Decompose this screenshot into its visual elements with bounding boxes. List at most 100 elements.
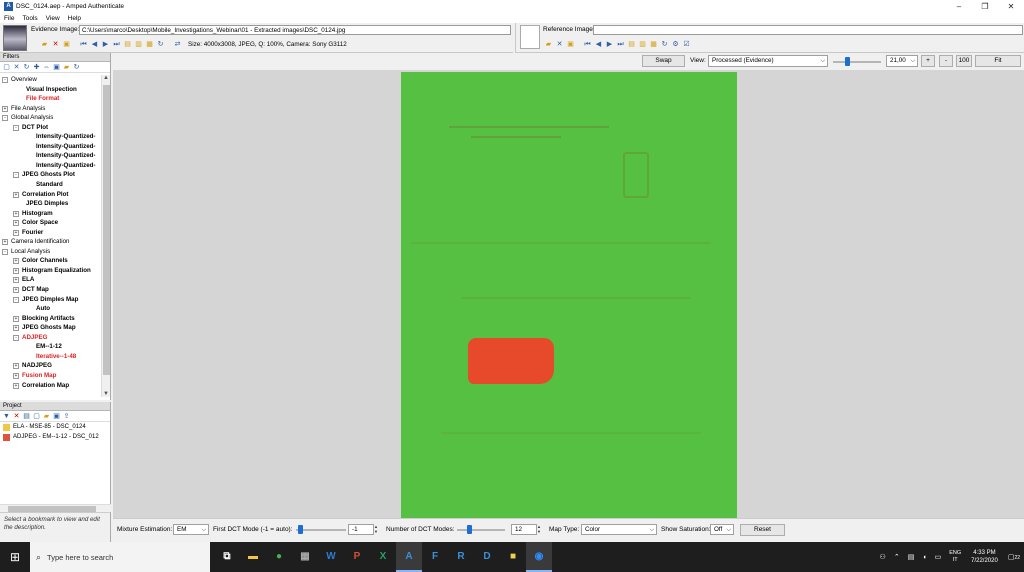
menu-view[interactable]: View bbox=[42, 15, 64, 22]
image-viewer[interactable] bbox=[113, 70, 1024, 518]
filter-tree-item[interactable]: + Correlation Map bbox=[0, 381, 101, 391]
expand-icon[interactable]: + bbox=[13, 258, 19, 265]
sync-icon[interactable]: ⇄ bbox=[173, 40, 182, 49]
move-icon[interactable]: ⇔ bbox=[42, 63, 51, 72]
filter-tree-item[interactable]: Standard bbox=[0, 180, 101, 190]
calculator-icon[interactable]: ▦ bbox=[292, 542, 318, 572]
mixture-select[interactable]: EM ⌵ bbox=[173, 524, 209, 535]
adjpeg-result-map[interactable] bbox=[401, 72, 737, 518]
menu-tools[interactable]: Tools bbox=[18, 15, 41, 22]
collapse-icon[interactable]: - bbox=[2, 115, 8, 122]
filter-tree-item[interactable]: + DCT Map bbox=[0, 285, 101, 295]
view-select[interactable]: Processed (Evidence) ⌵ bbox=[708, 55, 828, 67]
expand-icon[interactable]: + bbox=[13, 382, 19, 389]
new-filter-icon[interactable]: ▢ bbox=[2, 63, 11, 72]
num-modes-slider-handle[interactable] bbox=[467, 525, 472, 534]
expand-icon[interactable]: + bbox=[13, 315, 19, 322]
evidence-path-field[interactable]: C:\Users\marco\Desktop\Mobile_Investigat… bbox=[79, 25, 511, 35]
zoom-out-button[interactable]: - bbox=[939, 55, 953, 67]
collapse-icon[interactable]: - bbox=[13, 334, 19, 341]
reference-thumbnail[interactable] bbox=[520, 25, 540, 49]
ref-check-icon[interactable]: ☑ bbox=[682, 40, 691, 49]
zoom-icon[interactable]: ◉ bbox=[526, 542, 552, 572]
filter-tree-item[interactable]: - Global Analysis bbox=[0, 113, 101, 123]
export-project-icon[interactable]: ⇪ bbox=[62, 412, 71, 421]
amped-dvrconv-icon[interactable]: D bbox=[474, 542, 500, 572]
chrome-icon[interactable]: ● bbox=[266, 542, 292, 572]
collapse-icon[interactable]: - bbox=[2, 77, 8, 83]
volume-icon[interactable]: ◖ bbox=[922, 554, 926, 561]
delete-bookmark-icon[interactable]: ✕ bbox=[12, 412, 21, 421]
ref-export-icon[interactable]: ▤ bbox=[627, 40, 636, 49]
reload-filter-icon[interactable]: ↻ bbox=[22, 63, 31, 72]
delete-filter-icon[interactable]: ✕ bbox=[12, 63, 21, 72]
filter-tree-item[interactable]: + ELA bbox=[0, 275, 101, 285]
windows-start-icon[interactable]: ⊞ bbox=[0, 542, 30, 572]
fit-button[interactable]: Fit bbox=[975, 55, 1021, 67]
save-project-icon[interactable]: ▣ bbox=[52, 412, 61, 421]
next-image-icon[interactable]: ▶ bbox=[101, 40, 110, 49]
expand-icon[interactable]: + bbox=[13, 191, 19, 198]
remove-icon[interactable]: ✕ bbox=[51, 40, 60, 49]
project-scrollbar[interactable] bbox=[0, 504, 111, 512]
evidence-thumbnail[interactable] bbox=[3, 25, 27, 51]
ref-last-icon[interactable]: ⏭ bbox=[616, 40, 625, 49]
ref-refresh-icon[interactable]: ↻ bbox=[660, 40, 669, 49]
filter-tree-item[interactable]: + NADJPEG bbox=[0, 361, 101, 371]
filter-tree-item[interactable]: + Correlation Plot bbox=[0, 190, 101, 200]
amped-authenticate-icon[interactable]: A bbox=[396, 542, 422, 572]
minimize-button[interactable]: – bbox=[946, 0, 972, 13]
swap-button[interactable]: Swap bbox=[642, 55, 685, 67]
first-dct-slider-handle[interactable] bbox=[298, 525, 303, 534]
ref-settings-icon[interactable]: ⚙ bbox=[671, 40, 680, 49]
network-icon[interactable]: ▤ bbox=[908, 553, 915, 561]
filter-tree-item[interactable]: + Blocking Artifacts bbox=[0, 314, 101, 324]
filter-tree-item[interactable]: Visual Inspection bbox=[0, 85, 101, 95]
filter-tree-item[interactable]: JPEG Dimples bbox=[0, 199, 101, 209]
filter-tree-item[interactable]: - DCT Plot bbox=[0, 123, 101, 133]
first-image-icon[interactable]: ⏮ bbox=[79, 40, 88, 49]
person-icon[interactable]: ⚇ bbox=[880, 553, 886, 561]
filter-tree-item[interactable]: + Fusion Map bbox=[0, 371, 101, 381]
filter-tree-item[interactable]: Intensity-Quantized- bbox=[0, 151, 101, 161]
filter-tree-item[interactable]: + Camera Identification bbox=[0, 237, 101, 247]
filter-tree-item[interactable]: Intensity-Quantized- bbox=[0, 142, 101, 152]
expand-icon[interactable]: + bbox=[13, 267, 19, 274]
collapse-icon[interactable]: - bbox=[13, 172, 19, 179]
language-indicator[interactable]: ENG IT bbox=[949, 550, 961, 564]
expand-icon[interactable]: + bbox=[13, 220, 19, 227]
expand-icon[interactable]: + bbox=[13, 210, 19, 217]
collapse-icon[interactable]: - bbox=[13, 124, 19, 131]
filter-tree-item[interactable]: + Fourier bbox=[0, 228, 101, 238]
filter-tree-item[interactable]: - JPEG Ghosts Plot bbox=[0, 170, 101, 180]
filter-tree-item[interactable]: Intensity-Quantized- bbox=[0, 161, 101, 171]
project-item[interactable]: ELA - MSE-85 - DSC_0124 bbox=[0, 422, 110, 432]
last-image-icon[interactable]: ⏭ bbox=[112, 40, 121, 49]
copy-icon[interactable]: ▥ bbox=[134, 40, 143, 49]
expand-icon[interactable]: + bbox=[13, 363, 19, 370]
new-project-icon[interactable]: ▢ bbox=[32, 412, 41, 421]
filter-bookmarks-icon[interactable]: ▼ bbox=[2, 412, 11, 421]
open-filter-icon[interactable]: ▰ bbox=[62, 63, 71, 72]
report-icon[interactable]: ▤ bbox=[22, 412, 31, 421]
notification-icon[interactable]: ▢22 bbox=[1008, 553, 1020, 561]
filter-tree-item[interactable]: + File Analysis bbox=[0, 104, 101, 114]
export-icon[interactable]: ▤ bbox=[123, 40, 132, 49]
reference-path-field[interactable] bbox=[593, 25, 1023, 35]
prev-image-icon[interactable]: ◀ bbox=[90, 40, 99, 49]
filter-tree-item[interactable]: Auto bbox=[0, 304, 101, 314]
project-item[interactable]: ADJPEG - EM--1-12 - DSC_012 bbox=[0, 432, 110, 442]
file-explorer-icon[interactable]: ▬ bbox=[240, 542, 266, 572]
expand-icon[interactable]: + bbox=[13, 325, 19, 332]
num-modes-spinner[interactable]: 12 ▲ ▼ bbox=[511, 524, 541, 535]
filter-tree-item[interactable]: - Local Analysis bbox=[0, 247, 101, 257]
first-dct-slider[interactable] bbox=[296, 529, 346, 531]
battery-icon[interactable]: ▭ bbox=[935, 553, 942, 561]
ref-next-icon[interactable]: ▶ bbox=[605, 40, 614, 49]
ref-prev-icon[interactable]: ◀ bbox=[594, 40, 603, 49]
powerpoint-icon[interactable]: P bbox=[344, 542, 370, 572]
reset-button[interactable]: Reset bbox=[740, 524, 785, 536]
expand-icon[interactable]: + bbox=[2, 105, 8, 112]
expand-icon[interactable]: + bbox=[13, 287, 19, 294]
ref-open-folder-icon[interactable]: ▰ bbox=[544, 40, 553, 49]
